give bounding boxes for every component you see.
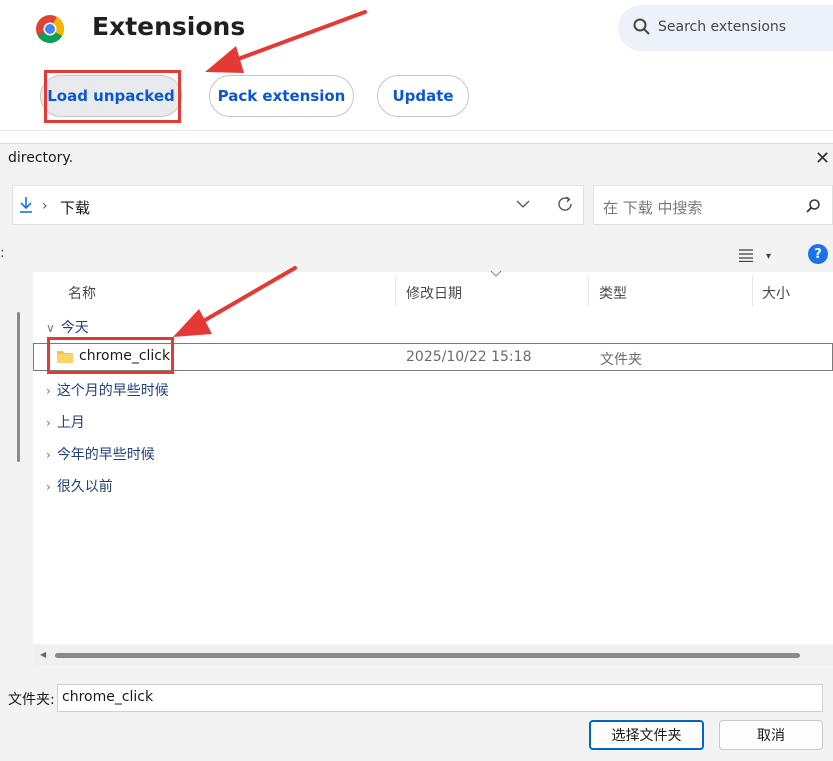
annotation-highlight-load-unpacked: [44, 70, 181, 123]
update-button[interactable]: Update: [377, 75, 469, 117]
address-bar[interactable]: [12, 185, 584, 225]
column-header-type[interactable]: 类型: [599, 283, 627, 303]
group-header-long-ago[interactable]: › 很久以前: [46, 476, 113, 496]
column-header-name[interactable]: 名称: [68, 283, 96, 303]
page-title: Extensions: [92, 12, 246, 41]
scroll-left-arrow[interactable]: ◀: [40, 650, 46, 659]
header-divider: [0, 130, 833, 131]
close-icon[interactable]: ✕: [815, 148, 830, 169]
group-expanded-icon: ∨: [46, 321, 55, 335]
extensions-search-placeholder: Search extensions: [658, 19, 787, 35]
group-label: 这个月的早些时候: [56, 383, 169, 399]
column-separator[interactable]: [395, 276, 396, 306]
magnifier-icon: [806, 199, 820, 213]
column-separator[interactable]: [588, 276, 589, 306]
column-separator[interactable]: [752, 276, 753, 306]
column-header-size[interactable]: 大小: [762, 283, 790, 303]
nav-pane-scrollbar[interactable]: [17, 312, 20, 462]
download-arrow-icon: [20, 197, 32, 213]
chevron-down-icon[interactable]: [516, 199, 530, 209]
group-label: 今年的早些时候: [56, 447, 155, 463]
group-header-today[interactable]: ∨ 今天: [46, 317, 89, 337]
dialog-title: directory.: [8, 150, 74, 166]
toolbar-overflow-glyph[interactable]: :: [0, 245, 5, 261]
select-folder-button[interactable]: 选择文件夹: [589, 720, 704, 750]
file-date: 2025/10/22 15:18: [406, 349, 532, 365]
file-type: 文件夹: [600, 352, 642, 368]
group-header-this-month[interactable]: › 这个月的早些时候: [46, 380, 169, 400]
folder-name-value: chrome_click: [62, 689, 154, 705]
scrollbar-thumb[interactable]: [55, 653, 800, 658]
group-header-this-year[interactable]: › 今年的早些时候: [46, 444, 155, 464]
annotation-highlight-folder: [47, 337, 174, 374]
group-label: 很久以前: [56, 479, 113, 495]
breadcrumb-separator: ›: [42, 198, 48, 214]
chrome-logo-icon: [36, 15, 64, 43]
group-collapsed-icon: ›: [46, 480, 51, 494]
pack-extension-button[interactable]: Pack extension: [209, 75, 354, 117]
view-dropdown-arrow[interactable]: ▾: [766, 251, 771, 262]
group-label: 上月: [56, 415, 85, 431]
group-collapsed-icon: ›: [46, 448, 51, 462]
search-icon: [633, 18, 650, 35]
sort-indicator-icon: [490, 270, 502, 277]
folder-search-placeholder: 在 下载 中搜索: [603, 199, 703, 217]
folder-field-label: 文件夹:: [8, 692, 55, 708]
group-collapsed-icon: ›: [46, 416, 51, 430]
group-collapsed-icon: ›: [46, 384, 51, 398]
help-icon[interactable]: ?: [808, 244, 828, 264]
group-header-last-month[interactable]: › 上月: [46, 412, 85, 432]
list-view-icon[interactable]: [738, 248, 754, 262]
breadcrumb-downloads[interactable]: 下载: [60, 197, 90, 218]
folder-name-field[interactable]: [57, 684, 823, 712]
column-header-date[interactable]: 修改日期: [406, 283, 462, 303]
group-label: 今天: [60, 320, 89, 336]
refresh-icon[interactable]: [556, 195, 574, 213]
cancel-button[interactable]: 取消: [719, 720, 823, 750]
